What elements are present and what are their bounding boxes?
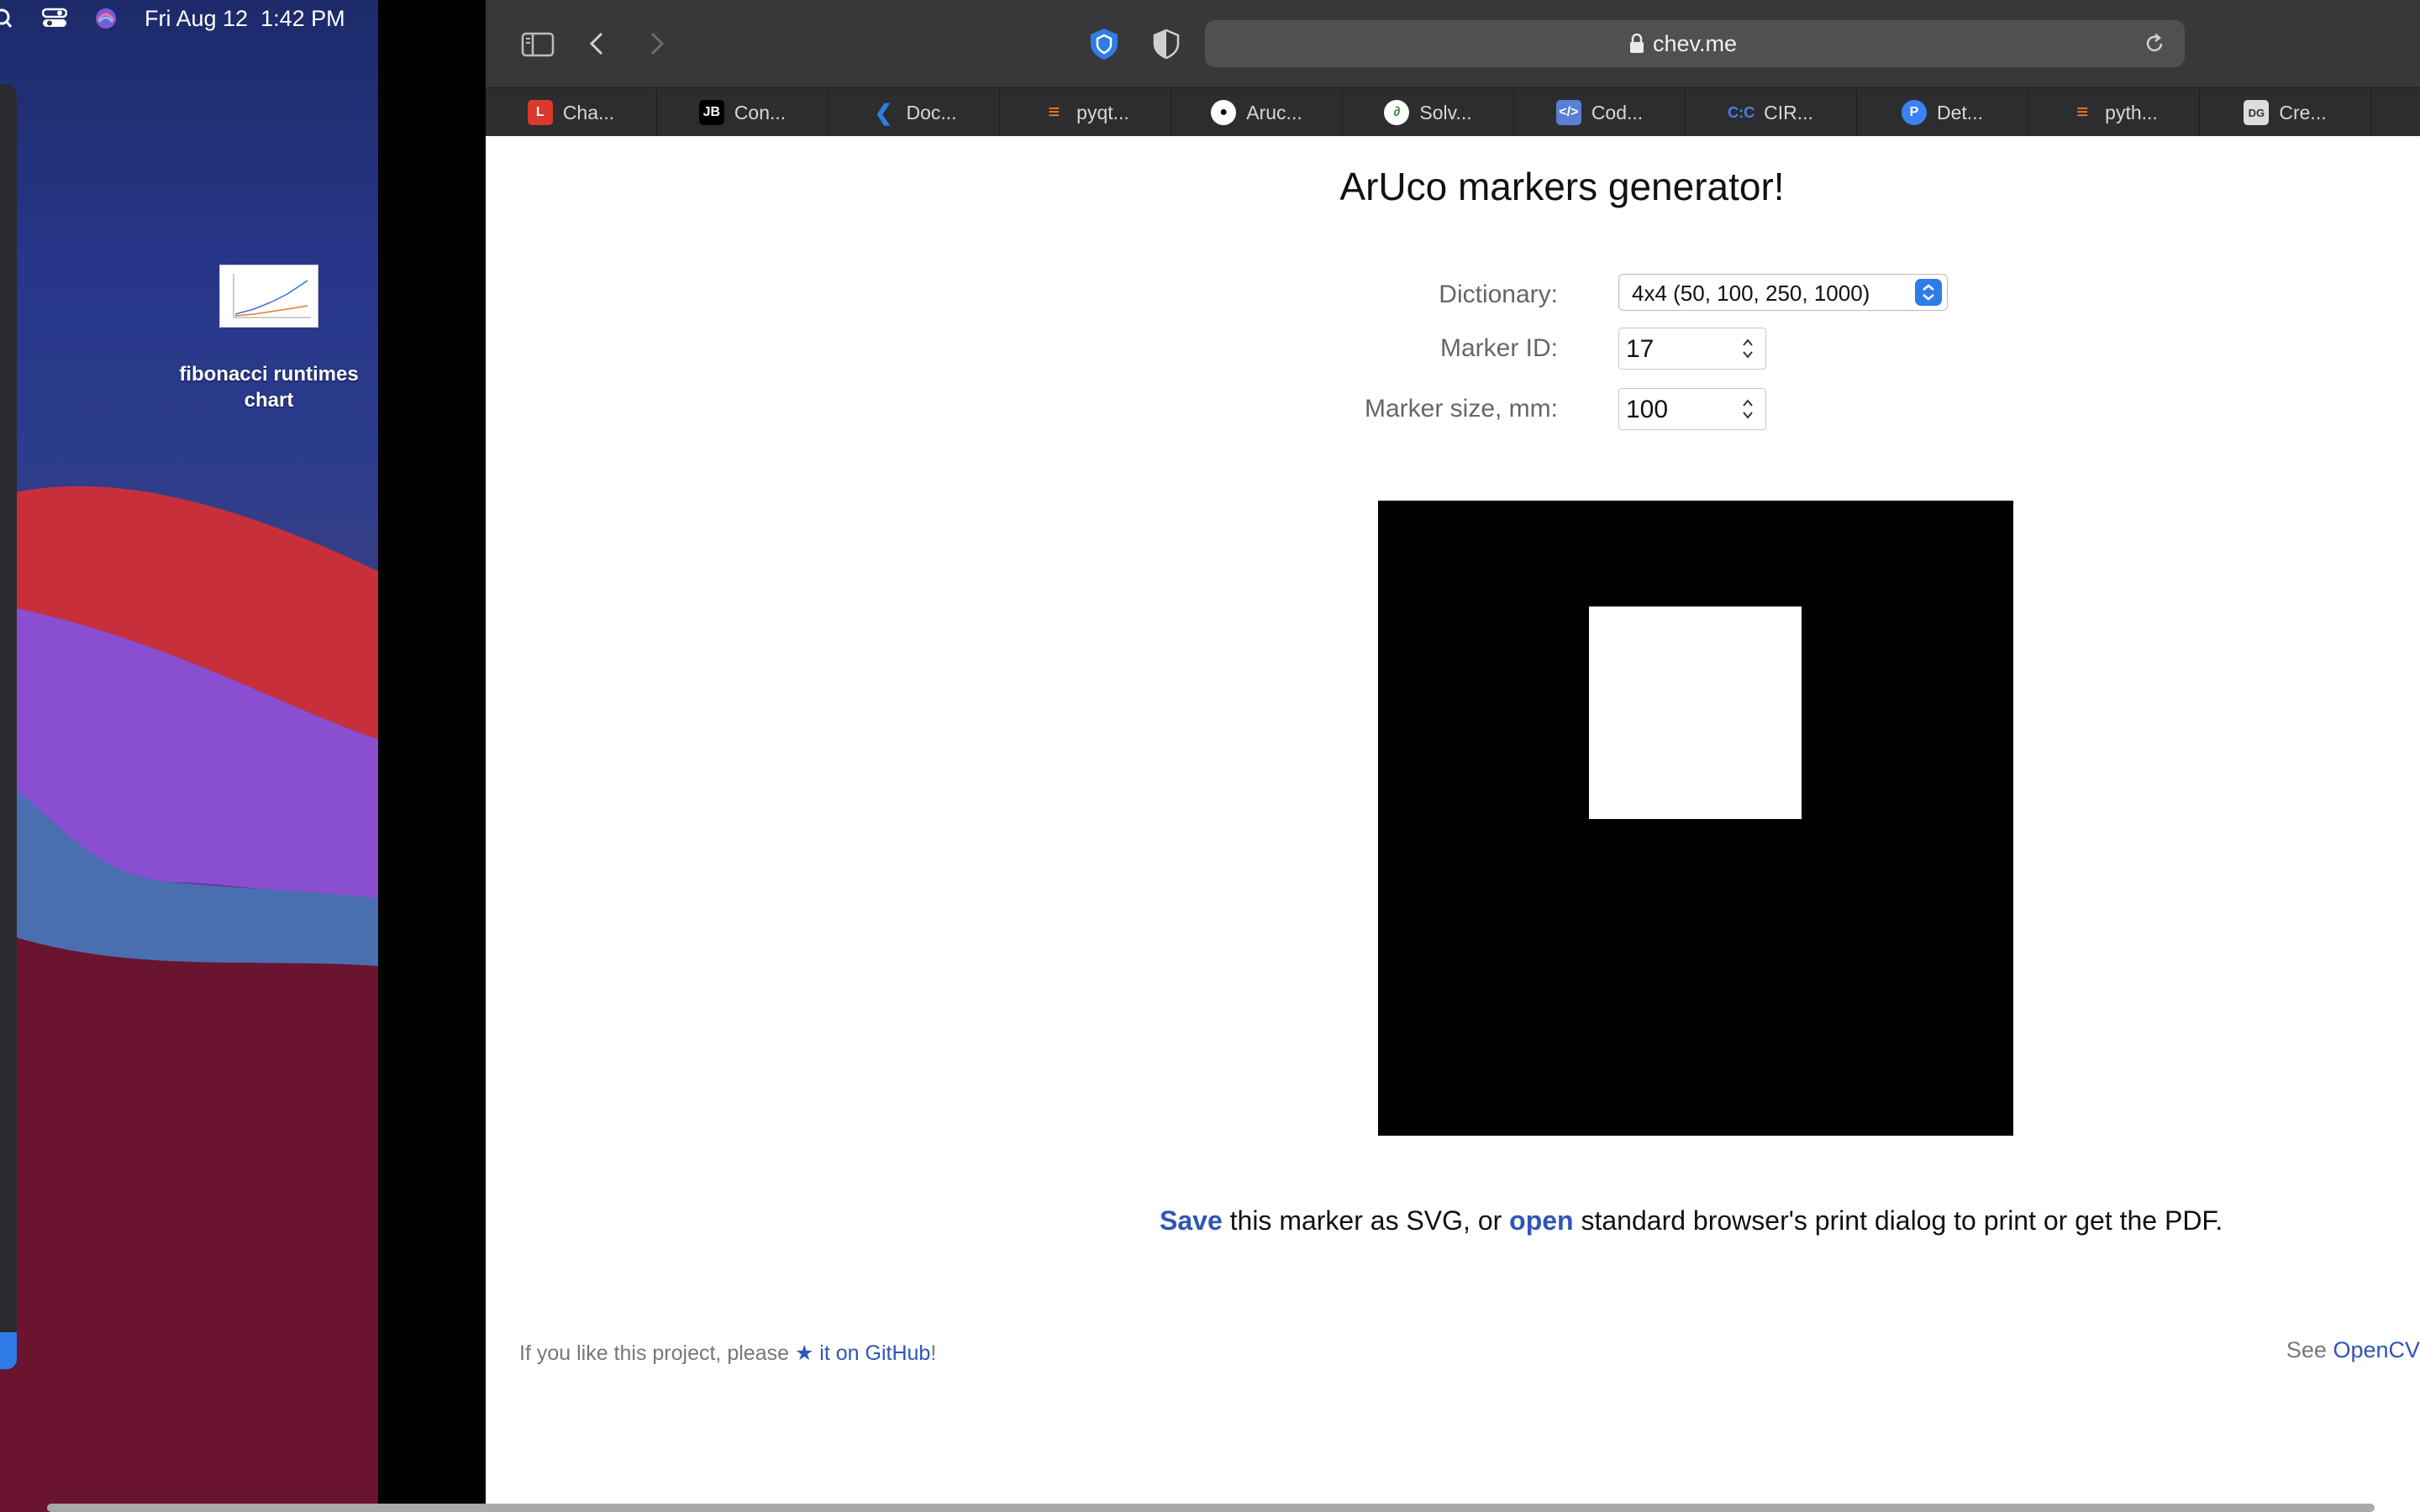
favorite-label: Cod... (1591, 101, 1644, 123)
siri-icon[interactable] (94, 7, 118, 36)
dictionary-row: Dictionary: 4x4 (50, 100, 250, 1000) (486, 274, 2420, 316)
file-label-line2: chart (244, 389, 294, 412)
save-link[interactable]: Save (1160, 1205, 1223, 1236)
forward-icon[interactable] (637, 25, 674, 62)
marker-id-label: Marker ID: (1439, 334, 1558, 362)
dock-edge (47, 1504, 2375, 1512)
background-window-edge[interactable] (0, 84, 17, 1369)
shield-half-icon[interactable] (1148, 25, 1185, 62)
address-bar[interactable]: chev.me (1205, 20, 2185, 67)
desktop-file-label: fibonacci runtimes chart (168, 361, 370, 413)
wallpaper (0, 486, 378, 1512)
sidebar-icon[interactable] (519, 25, 556, 62)
favorite-item[interactable]: L Cha... (486, 88, 657, 137)
favorite-label: pyqt... (1076, 101, 1129, 123)
favorite-label: Det... (1937, 101, 1983, 123)
favorite-item[interactable]: C:C CIR... (1686, 88, 1857, 137)
menubar-time: 1:42 PM (260, 6, 345, 31)
favorite-item[interactable]: ≡ pyth... (2028, 88, 2200, 137)
red-logo-icon: L (527, 100, 553, 125)
file-label-line1: fibonacci runtimes (179, 363, 359, 386)
footer-github-note: If you like this project, please ★ it on… (519, 1341, 936, 1366)
favorite-label: Aruc... (1246, 101, 1302, 123)
jetbrains-icon: JB (698, 100, 724, 125)
page-content: ArUco markers generator! Dictionary: 4x4… (486, 136, 2420, 1512)
shield-blue-icon[interactable] (1086, 25, 1123, 62)
browser-toolbar: chev.me (486, 0, 2420, 87)
footer-right-prefix: See (2286, 1337, 2333, 1362)
favorite-item[interactable]: </> Cod... (1514, 88, 1686, 137)
favorites-bar: L Cha... JB Con... ❮ Doc... ≡ pyqt... ● Aruc.… (486, 87, 2420, 137)
browser-window: chev.me L Cha... JB Con... ❮ Doc... ≡ pyqt..… (486, 0, 2420, 1512)
code-icon: </> (1555, 100, 1581, 125)
favorite-label: Cha... (562, 101, 615, 123)
menubar: Fri Aug 12 1:42 PM (0, 0, 378, 39)
menubar-date: Fri Aug 12 (145, 6, 249, 31)
dictionary-value: 4x4 (50, 100, 250, 1000) (1632, 281, 1870, 306)
select-arrows-icon (1915, 279, 1942, 306)
stackoverflow-icon: ≡ (2076, 101, 2089, 123)
dictionary-label: Dictionary: (1439, 281, 1558, 308)
background-window-accent (0, 1332, 17, 1369)
marker-id-value: 17 (1626, 335, 1655, 363)
search-icon[interactable] (0, 7, 13, 36)
github-icon: ● (1211, 100, 1237, 125)
favorite-label: Cre... (2279, 101, 2327, 123)
favorite-label: Con... (734, 101, 786, 123)
github-star-link[interactable]: ★ it on GitHub (795, 1341, 930, 1365)
favorite-label: CIR... (1764, 101, 1813, 123)
back-icon[interactable] (580, 25, 617, 62)
marker-id-row: Marker ID: 17 (486, 328, 2420, 370)
marker-size-label: Marker size, mm: (1364, 395, 1558, 423)
dictionary-select[interactable]: 4x4 (50, 100, 250, 1000) (1618, 274, 1948, 311)
marker-id-stepper-icon[interactable] (1740, 336, 1755, 368)
file-thumbnail (219, 265, 318, 328)
vscode-icon: ❮ (874, 99, 893, 125)
marker-size-value: 100 (1626, 396, 1669, 423)
open-print-link[interactable]: open (1509, 1205, 1573, 1236)
aruco-marker-image (1378, 501, 2013, 1136)
favorite-item[interactable]: JB Con... (657, 88, 829, 137)
dg-logo-icon: DG (2244, 100, 2270, 125)
desktop: Fri Aug 12 1:42 PM fibonacci runtimes ch… (0, 0, 378, 1512)
save-text-1: this marker as SVG, or (1222, 1205, 1510, 1236)
marker-size-row: Marker size, mm: 100 (486, 388, 2420, 430)
control-center-icon[interactable] (41, 7, 68, 36)
favorite-item[interactable]: ● Aruc... (1171, 88, 1343, 137)
favorite-item[interactable]: DG Cre... (2200, 88, 2371, 137)
address-url: chev.me (1652, 31, 1738, 56)
footer-left-suffix: ! (930, 1341, 937, 1365)
circ-icon: C:C (1728, 103, 1755, 121)
menubar-clock[interactable]: Fri Aug 12 1:42 PM (145, 6, 345, 32)
solver-icon: ∂ (1384, 100, 1410, 125)
p-logo-icon: P (1902, 100, 1928, 125)
marker-size-stepper-icon[interactable] (1740, 396, 1755, 428)
marker-size-input[interactable]: 100 (1618, 388, 1766, 430)
favorite-label: Solv... (1419, 101, 1472, 123)
opencv-link[interactable]: OpenCV (2333, 1337, 2420, 1362)
favorite-item[interactable]: ❮ Doc... (829, 88, 1000, 137)
favorite-item[interactable]: ≡ pyqt... (1000, 88, 1171, 137)
save-instructions: Save this marker as SVG, or open standar… (486, 1205, 2420, 1236)
marker-white-cell (1589, 606, 1802, 819)
window-gap (378, 0, 486, 1512)
marker-id-input[interactable]: 17 (1618, 328, 1766, 370)
reload-icon[interactable] (2143, 32, 2166, 60)
favorite-item[interactable]: P Det... (1857, 88, 2028, 137)
save-text-2: standard browser's print dialog to print… (1573, 1205, 2223, 1236)
stackoverflow-icon: ≡ (1048, 101, 1060, 123)
footer-opencv-note: See OpenCV (2286, 1337, 2420, 1363)
page-title: ArUco markers generator! (1339, 165, 1785, 208)
favorite-label: pyth... (2105, 101, 2158, 123)
desktop-file-fibonacci-chart[interactable]: fibonacci runtimes chart (168, 265, 370, 413)
footer-left-prefix: If you like this project, please (519, 1341, 795, 1365)
favorite-item[interactable]: ∂ Solv... (1343, 88, 1514, 137)
favorite-label: Doc... (906, 101, 957, 123)
